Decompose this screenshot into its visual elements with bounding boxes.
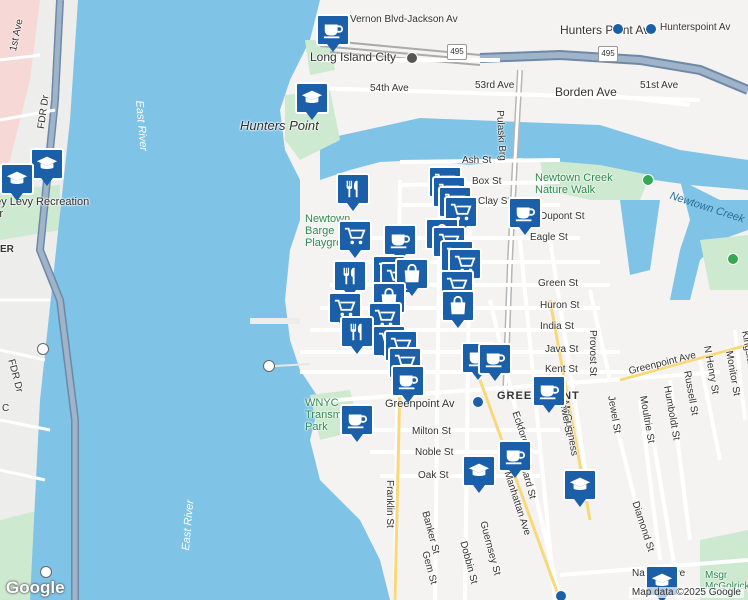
park-label-newtown-nature: Newtown Creek Nature Walk [535,172,613,196]
street-label-vernon: Vernon Blvd-Jackson Av [350,14,458,25]
park-tree-icon-2[interactable] [727,253,739,265]
highway-shield-495: 495 [447,44,467,60]
street-label-india: India St [540,321,574,332]
restaurant-marker-icon[interactable] [340,316,374,356]
street-label-huron: Huron St [540,300,580,311]
street-label-green: Green St [538,278,579,289]
street-label-clay: Clay St [478,196,511,207]
restaurant-marker-icon[interactable] [336,173,370,213]
cafe-marker-icon[interactable] [498,440,532,480]
street-label-ash: Ash St [462,155,492,166]
street-label-noble: Noble St [415,447,454,458]
cafe-marker-icon[interactable] [391,365,425,405]
cart-marker-icon[interactable] [338,220,372,260]
ferry-icon[interactable] [37,343,49,355]
street-label-53rd: 53rd Ave [475,80,515,91]
street-label-er: ER [0,244,14,255]
subway-icon-2[interactable] [612,23,624,35]
cafe-marker-icon[interactable] [316,14,350,54]
street-label-provost: Provost St [587,330,598,377]
school-marker-icon[interactable] [295,82,329,122]
street-label-hunterspoint-av: Hunterspoint Av [660,22,731,33]
subway-icon[interactable] [472,396,484,408]
street-label-box: Box St [472,176,502,187]
subway-icon-3[interactable] [645,23,657,35]
street-label-54th: 54th Ave [370,83,409,94]
street-label-hunters-point-av: Hunters Point Av [560,23,650,37]
map-canvas[interactable]: Vernon Blvd-Jackson Av Hunters Point Av … [0,0,748,600]
school-marker-icon[interactable] [462,455,496,495]
highway-shield-495-2: 495 [598,46,618,62]
street-label-oak: Oak St [418,470,449,481]
street-label-c: C [2,403,10,414]
street-label-milton: Milton St [412,426,451,437]
school-marker-icon[interactable] [30,148,64,188]
subway-icon-4[interactable] [555,590,567,600]
google-logo: Google [6,578,65,597]
street-label-kent: Kent St [545,364,578,375]
map-credit: Map data ©2025 Google [628,587,744,598]
cafe-marker-icon[interactable] [532,375,566,415]
street-label-java: Java St [545,344,579,355]
street-label-51st: 51st Ave [640,80,679,91]
ferry-icon-3[interactable] [40,566,52,578]
street-label-franklin: Franklin St [384,480,395,528]
train-icon[interactable] [406,52,418,64]
ferry-icon-2[interactable] [263,360,275,372]
school-marker-icon[interactable] [0,163,34,203]
park-tree-icon[interactable] [642,174,654,186]
street-label-dupont: Dupont St [540,211,585,222]
cafe-marker-icon[interactable] [478,343,512,383]
bag-marker-icon[interactable] [441,290,475,330]
school-marker-icon[interactable] [563,469,597,509]
cafe-marker-icon[interactable] [340,404,374,444]
cafe-marker-icon[interactable] [508,197,542,237]
street-label-borden: Borden Ave [555,85,617,99]
